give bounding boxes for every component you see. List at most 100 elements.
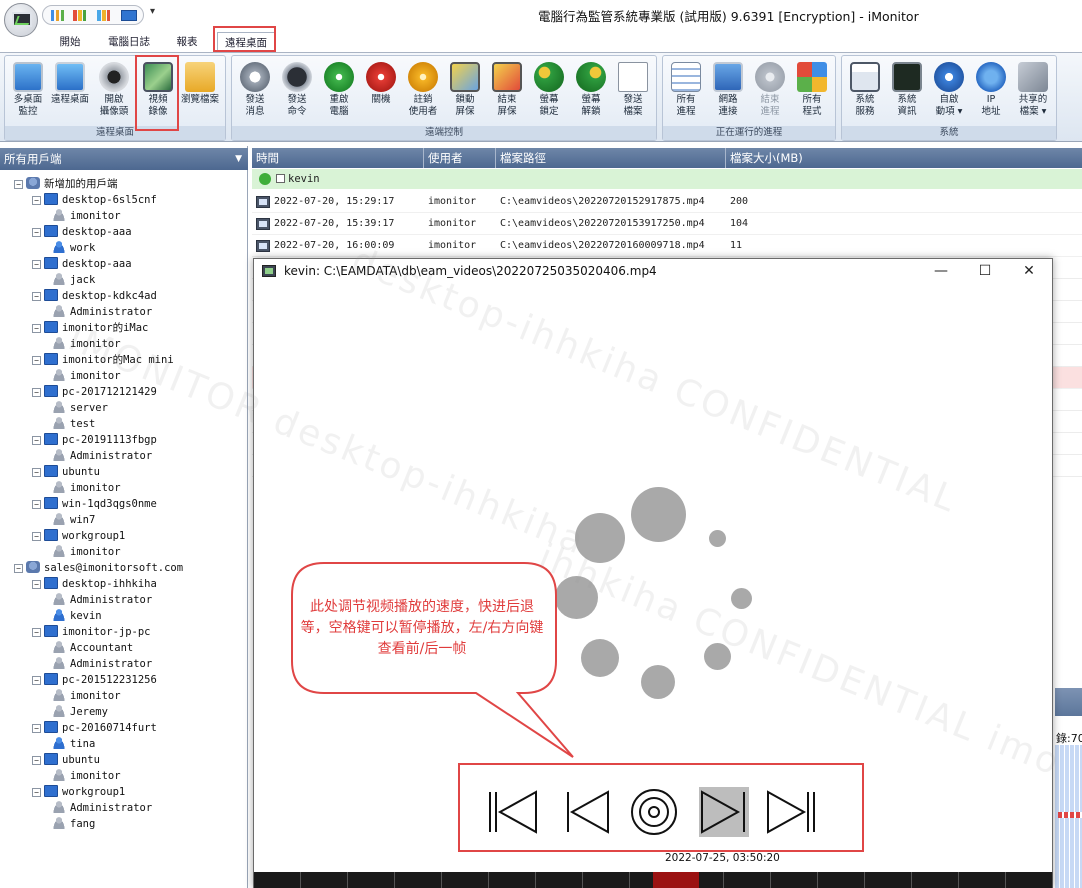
- tree-node[interactable]: − 新增加的用戶端: [14, 176, 118, 192]
- tree-node[interactable]: test: [52, 416, 95, 432]
- expand-circle-icon[interactable]: [259, 173, 271, 185]
- table-row[interactable]: 2022-07-20, 15:29:17 imonitor C:\eamvide…: [252, 191, 1082, 213]
- collapse-toggle-icon[interactable]: −: [32, 500, 41, 509]
- column-file-size[interactable]: 檔案大小(MB): [726, 148, 1082, 168]
- tree-node[interactable]: − imonitor的Mac mini: [32, 352, 174, 368]
- collapse-toggle-icon[interactable]: −: [32, 260, 41, 269]
- timeline-segment[interactable]: [442, 872, 489, 888]
- chevron-down-icon[interactable]: ▼: [235, 148, 242, 170]
- unlock-screen-button[interactable]: 螢幕 解鎖: [570, 60, 612, 126]
- tree-node[interactable]: imonitor: [52, 768, 121, 784]
- collapse-toggle-icon[interactable]: −: [32, 580, 41, 589]
- tree-node[interactable]: − desktop-aaa: [32, 224, 132, 240]
- all-programs-button[interactable]: 所有 程式: [791, 60, 833, 126]
- tree-node[interactable]: server: [52, 400, 108, 416]
- stacked-chart-icon[interactable]: [97, 10, 110, 21]
- collapse-toggle-icon[interactable]: −: [32, 356, 41, 365]
- timeline-segment[interactable]: [771, 872, 818, 888]
- collapse-toggle-icon[interactable]: −: [32, 532, 41, 541]
- tree-node[interactable]: − pc-201712121429: [32, 384, 157, 400]
- collapse-toggle-icon[interactable]: −: [32, 388, 41, 397]
- multi-desktop-monitor-button[interactable]: 多桌面 監控: [7, 60, 49, 126]
- tree-node[interactable]: − desktop-6sl5cnf: [32, 192, 157, 208]
- table-row[interactable]: 2022-07-20, 15:39:17 imonitor C:\eamvide…: [252, 213, 1082, 235]
- tab-reports[interactable]: 報表: [166, 32, 208, 52]
- collapse-toggle-icon[interactable]: −: [32, 756, 41, 765]
- lock-screen-button[interactable]: 螢幕 鎖定: [528, 60, 570, 126]
- timeline-scrubber[interactable]: [254, 872, 1053, 888]
- tree-node[interactable]: Administrator: [52, 800, 152, 816]
- tree-node[interactable]: Accountant: [52, 640, 133, 656]
- shutdown-button[interactable]: 關機: [360, 60, 402, 126]
- tree-node[interactable]: imonitor: [52, 480, 121, 496]
- browse-files-button[interactable]: 瀏覽檔案: [179, 60, 221, 126]
- restart-computer-button[interactable]: 重啟 電腦: [318, 60, 360, 126]
- tree-node[interactable]: imonitor: [52, 336, 121, 352]
- timeline-segment[interactable]: [912, 872, 959, 888]
- timeline-segment[interactable]: [583, 872, 630, 888]
- end-screensaver-button[interactable]: 結束 屏保: [486, 60, 528, 126]
- timeline-segment[interactable]: [348, 872, 395, 888]
- tree-node[interactable]: Administrator: [52, 304, 152, 320]
- tree-node[interactable]: − pc-20191113fbgp: [32, 432, 157, 448]
- tree-node[interactable]: imonitor: [52, 688, 121, 704]
- tab-start[interactable]: 開始: [48, 32, 92, 52]
- tree-node[interactable]: tina: [52, 736, 95, 752]
- tree-node[interactable]: jack: [52, 272, 95, 288]
- client-tree-header[interactable]: 所有用戶端 ▼: [0, 148, 248, 170]
- tab-computer-log[interactable]: 電腦日誌: [100, 32, 158, 52]
- tree-node[interactable]: Administrator: [52, 656, 152, 672]
- tree-node[interactable]: − desktop-aaa: [32, 256, 132, 272]
- tab-remote-desktop[interactable]: 遠程桌面: [217, 32, 275, 52]
- tree-node[interactable]: − win-1qd3qgs0nme: [32, 496, 157, 512]
- tree-node[interactable]: − workgroup1: [32, 528, 125, 544]
- tree-node[interactable]: imonitor: [52, 208, 121, 224]
- collapse-toggle-icon[interactable]: −: [32, 676, 41, 685]
- customize-toolbar-chevron-icon[interactable]: ▾: [150, 6, 155, 17]
- all-processes-button[interactable]: 所有 進程: [665, 60, 707, 126]
- timeline-segment[interactable]: [536, 872, 583, 888]
- timeline-segment[interactable]: [395, 872, 442, 888]
- step-back-icon[interactable]: [562, 789, 614, 835]
- column-time[interactable]: 時間: [252, 148, 424, 168]
- minimize-button[interactable]: —: [918, 259, 964, 283]
- column-file-path[interactable]: 檔案路徑: [496, 148, 726, 168]
- step-forward-icon[interactable]: [698, 789, 750, 835]
- close-button[interactable]: ✕: [1006, 259, 1052, 283]
- timeline-segment[interactable]: [724, 872, 771, 888]
- send-command-button[interactable]: 發送 命令: [276, 60, 318, 126]
- tree-node[interactable]: imonitor: [52, 544, 121, 560]
- collapse-toggle-icon[interactable]: −: [32, 628, 41, 637]
- tree-node[interactable]: − desktop-ihhkiha: [32, 576, 157, 592]
- collapse-toggle-icon[interactable]: −: [32, 468, 41, 477]
- tree-node[interactable]: Jeremy: [52, 704, 108, 720]
- startup-items-button[interactable]: 自啟 動項 ▾: [928, 60, 970, 126]
- remote-desktop-button[interactable]: 遠程桌面: [49, 60, 91, 126]
- system-info-button[interactable]: 系統 資訊: [886, 60, 928, 126]
- collapse-toggle-icon[interactable]: −: [32, 196, 41, 205]
- skip-to-start-icon[interactable]: [486, 789, 538, 835]
- play-pause-disc-icon[interactable]: [628, 789, 680, 835]
- checkbox[interactable]: [276, 174, 285, 183]
- timeline-segment[interactable]: [865, 872, 912, 888]
- tree-node[interactable]: kevin: [52, 608, 102, 624]
- tree-node[interactable]: − pc-20160714furt: [32, 720, 157, 736]
- tree-node[interactable]: win7: [52, 512, 95, 528]
- collapse-toggle-icon[interactable]: −: [32, 228, 41, 237]
- timeline-segment[interactable]: [959, 872, 1006, 888]
- maximize-button[interactable]: ☐: [962, 259, 1008, 283]
- player-title-bar[interactable]: kevin: C:\EAMDATA\db\eam_videos\20220725…: [254, 259, 1052, 283]
- tree-node[interactable]: Administrator: [52, 592, 152, 608]
- timeline-segment[interactable]: [1006, 872, 1053, 888]
- table-row[interactable]: 2022-07-20, 16:00:09 imonitor C:\eamvide…: [252, 235, 1082, 257]
- timeline-segment[interactable]: [254, 872, 301, 888]
- monitor-icon[interactable]: [121, 10, 137, 21]
- collapse-toggle-icon[interactable]: −: [14, 564, 23, 573]
- logoff-user-button[interactable]: 註銷 使用者: [402, 60, 444, 126]
- tree-node[interactable]: − desktop-kdkc4ad: [32, 288, 157, 304]
- collapse-toggle-icon[interactable]: −: [32, 292, 41, 301]
- column-user[interactable]: 使用者: [424, 148, 496, 168]
- tree-node[interactable]: − imonitor-jp-pc: [32, 624, 151, 640]
- system-services-button[interactable]: 系統 服務: [844, 60, 886, 126]
- collapse-toggle-icon[interactable]: −: [32, 324, 41, 333]
